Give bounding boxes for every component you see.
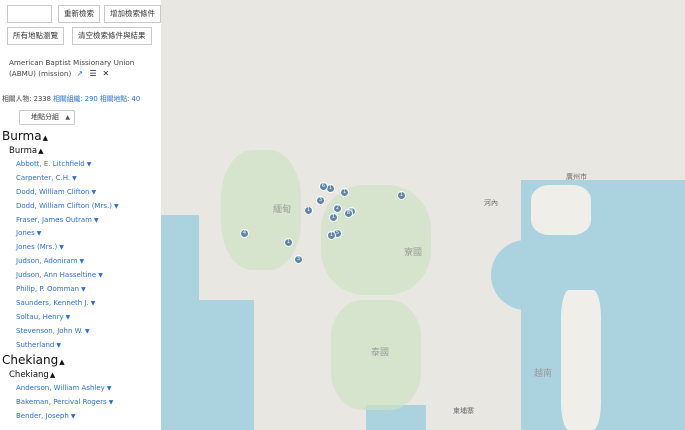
dropdown-icon: ▼ <box>108 399 114 407</box>
dropdown-icon: ▼ <box>70 413 76 421</box>
map-label-vietnam: 越南 <box>534 369 553 379</box>
collapse-icon: ▲ <box>38 147 44 155</box>
places-count-link[interactable]: 相關地點: 40 <box>100 95 140 103</box>
list-item[interactable]: Fraser, James Outram ▼ <box>0 214 161 228</box>
group-select-value: 地點分組 <box>31 113 59 121</box>
dropdown-icon: ▼ <box>106 385 112 393</box>
map-marker[interactable]: 1 <box>340 188 349 197</box>
re-search-button[interactable]: 重新檢索 <box>58 5 100 23</box>
map-marker[interactable]: 3 <box>294 255 303 264</box>
group-heading[interactable]: Burma▲ <box>0 128 161 144</box>
edit-link-icon[interactable]: ↗ <box>77 70 85 78</box>
list-item[interactable]: Stevenson, John W. ▼ <box>0 325 161 339</box>
list-icon[interactable]: ☰ <box>90 70 98 78</box>
orgs-count-link[interactable]: 相關組織: 290 <box>53 95 98 103</box>
counts: 相關人物: 2338 相關組織: 290 相關地點: 40 <box>2 93 140 103</box>
map-marker[interactable]: 1 <box>284 238 293 247</box>
dropdown-icon: ▼ <box>90 299 96 307</box>
gulf-of-tonkin <box>491 240 561 310</box>
dropdown-icon: ▼ <box>72 174 77 182</box>
chevron-down-icon: ▲︎ <box>65 114 70 121</box>
list-item[interactable]: Jones (Mrs.) ▼ <box>0 241 161 255</box>
list-item[interactable]: Carpenter, C.H. ▼ <box>0 172 161 186</box>
clear-button[interactable]: 清空檢索條件與結果 <box>72 27 152 45</box>
vietnam-coast <box>561 290 601 430</box>
dropdown-icon: ▼ <box>91 188 97 196</box>
subgroup-heading[interactable]: Burma▲ <box>0 144 161 158</box>
dropdown-icon: ▼ <box>86 161 92 168</box>
entity-info: American Baptist Missionary Union (ABMU)… <box>9 57 157 79</box>
andaman-sea <box>199 300 254 430</box>
list-item[interactable]: Anderson, William Ashley ▼ <box>0 382 161 396</box>
close-icon[interactable]: ✕ <box>103 70 111 78</box>
group-list: Burma▲ Burma▲ Abbott, E. Litchfield ▼ Car… <box>0 128 161 424</box>
toolbar-row-2: 所有地點瀏覽 清空檢索條件與結果 <box>7 27 152 45</box>
subgroup-heading[interactable]: Chekiang▲ <box>0 368 161 382</box>
map-marker[interactable]: 1 <box>397 191 406 200</box>
add-condition-button[interactable]: 增加檢索條件 <box>104 5 161 23</box>
map-marker[interactable]: 8 <box>344 209 353 218</box>
map-marker[interactable]: 1 <box>304 206 313 215</box>
dropdown-icon: ▼ <box>59 244 64 252</box>
map-label-guangzhou: 廣州市 <box>566 173 587 181</box>
all-places-button[interactable]: 所有地點瀏覽 <box>7 27 64 45</box>
group-select[interactable]: 地點分組 ▲︎ <box>19 110 75 125</box>
map[interactable]: 廣州市 河內 寮國 泰國 越南 柬埔寨 緬甸 1 1 3 1 2 1 3 5 8… <box>161 0 685 430</box>
toolbar-row-1: 重新檢索 增加檢索條件 <box>7 5 161 23</box>
list-item[interactable]: Dodd, William Clifton ▼ <box>0 186 161 200</box>
bay-of-bengal <box>161 215 199 430</box>
list-item[interactable]: Judson, Ann Hasseltine ▼ <box>0 269 161 283</box>
entity-name: American Baptist Missionary Union (ABMU)… <box>9 58 135 78</box>
map-label-thailand: 泰國 <box>371 348 390 358</box>
dropdown-icon: ▼ <box>85 327 90 335</box>
dropdown-icon: ▼ <box>94 216 99 224</box>
collapse-icon: ▲ <box>59 358 65 367</box>
map-label-laos: 寮國 <box>404 248 423 258</box>
persons-count: 相關人物: 2338 <box>2 95 51 103</box>
list-item[interactable]: Judson, Adoniram ▼ <box>0 255 161 269</box>
list-item[interactable]: Bender, Joseph ▼ <box>0 410 161 424</box>
dropdown-icon: ▼ <box>56 341 61 349</box>
map-label-hanoi: 河內 <box>484 199 498 207</box>
collapse-icon: ▲ <box>49 371 56 380</box>
dropdown-icon: ▼ <box>81 286 86 294</box>
list-item[interactable]: Bakeman, Percival Rogers ▼ <box>0 396 161 410</box>
list-item[interactable]: Soltau, Henry ▼ <box>0 311 161 325</box>
collapse-icon: ▲ <box>42 134 48 142</box>
list-item[interactable]: Philip, P. Oomman ▼ <box>0 283 161 297</box>
list-item[interactable]: Jones ▼ <box>0 227 161 241</box>
list-item[interactable]: Dodd, William Clifton (Mrs.) ▼ <box>0 200 161 214</box>
list-item[interactable]: Abbott, E. Litchfield ▼ <box>0 158 161 172</box>
hainan-island <box>531 185 591 235</box>
dropdown-icon: ▼ <box>113 202 119 210</box>
dropdown-icon: ▼ <box>36 230 42 238</box>
map-marker[interactable]: 2 <box>333 204 342 213</box>
dropdown-icon: ▼ <box>79 258 85 266</box>
search-input[interactable] <box>7 5 52 23</box>
list-item[interactable]: Saunders, Kenneth J. ▼ <box>0 297 161 311</box>
map-marker[interactable]: 6 <box>319 182 328 191</box>
map-label-myanmar: 緬甸 <box>273 205 292 215</box>
list-item[interactable]: Sutherland ▼ <box>0 339 161 353</box>
map-marker[interactable]: 3 <box>316 196 325 205</box>
forest-area <box>321 185 431 295</box>
map-marker[interactable]: 4 <box>240 229 249 238</box>
sidebar: 重新檢索 增加檢索條件 所有地點瀏覽 清空檢索條件與結果 American Ba… <box>0 0 161 430</box>
map-marker[interactable]: 1 <box>329 213 338 222</box>
group-heading[interactable]: Chekiang▲ <box>0 352 161 368</box>
map-marker[interactable]: 1 <box>327 231 336 240</box>
map-label-cambodia: 柬埔寨 <box>453 407 474 415</box>
dropdown-icon: ▼ <box>65 313 71 321</box>
dropdown-icon: ▼ <box>98 272 103 280</box>
